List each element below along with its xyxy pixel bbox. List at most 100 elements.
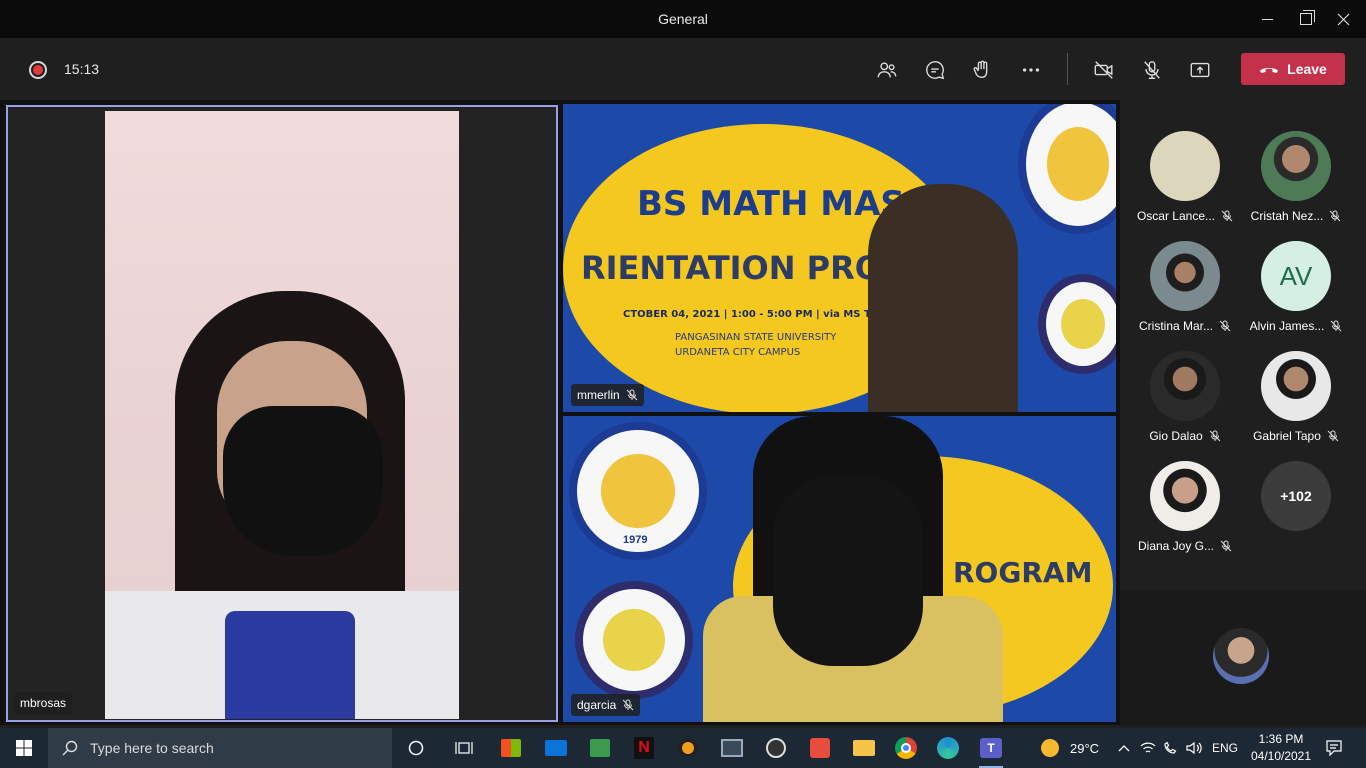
slide-date: CTOBER 04, 2021 | 1:00 - 5:00 PM | via M… (623, 309, 900, 320)
app-icon (810, 738, 830, 758)
mic-off-icon (1144, 61, 1160, 79)
avatar (1150, 241, 1220, 311)
mail-app[interactable] (542, 734, 570, 762)
minimize-icon (1261, 18, 1273, 20)
share-button[interactable] (1185, 55, 1215, 85)
participant-name: mbrosas (20, 696, 67, 710)
taskbar-search[interactable]: Type here to search (48, 728, 392, 768)
mic-toggle[interactable] (1137, 55, 1167, 85)
participant-label: Cristina Mar... (1130, 319, 1240, 333)
edge-icon (937, 737, 959, 759)
participant-label: Gabriel Tapo (1241, 429, 1351, 443)
participant-name: Oscar Lance... (1136, 209, 1216, 223)
restore-icon (1300, 10, 1315, 25)
chat-button[interactable] (920, 55, 950, 85)
title-bar: General (0, 0, 1366, 38)
input-language[interactable]: ENG (1212, 741, 1238, 755)
video-subject (868, 184, 1018, 412)
camera-toggle[interactable] (1089, 55, 1119, 85)
notification-icon (1326, 740, 1342, 756)
green-app[interactable] (586, 734, 614, 762)
more-icon (1022, 68, 1040, 72)
weather-temp: 29°C (1070, 741, 1100, 756)
participant-label: Diana Joy G... (1130, 539, 1240, 553)
participant-alvin[interactable]: AV Alvin James... (1241, 241, 1351, 333)
task-view-button[interactable] (450, 734, 478, 762)
cortana-icon (408, 740, 424, 756)
phone-icon (1164, 741, 1177, 754)
file-explorer-app[interactable] (850, 734, 878, 762)
more-participants-button[interactable]: +102 (1241, 461, 1351, 531)
slide-campus-line1: PANGASINAN STATE UNIVERSITY (675, 332, 837, 343)
obs-app[interactable] (762, 734, 790, 762)
participant-diana[interactable]: Diana Joy G... (1130, 461, 1240, 553)
mic-off-icon (1209, 430, 1221, 442)
netflix-app[interactable]: N (630, 734, 658, 762)
volume-button[interactable] (1180, 734, 1208, 762)
weather-widget[interactable] (1036, 734, 1064, 762)
windows-taskbar: Type here to search N T 29°C ENG 1:36 PM… (0, 728, 1366, 768)
close-button[interactable] (1320, 0, 1366, 38)
start-button[interactable] (0, 728, 48, 768)
app-icon (721, 739, 743, 757)
self-view[interactable] (1120, 590, 1366, 725)
participant-cristah[interactable]: Cristah Nez... (1241, 131, 1351, 223)
participant-label: Oscar Lance... (1130, 209, 1240, 223)
avatar (1150, 351, 1220, 421)
mic-off-icon (1327, 430, 1339, 442)
participant-name: Cristah Nez... (1250, 209, 1324, 223)
participant-oscar[interactable]: Oscar Lance... (1130, 131, 1240, 223)
more-participants-count: +102 (1261, 461, 1331, 531)
clock-time[interactable]: 1:36 PM (1252, 732, 1310, 746)
leave-button[interactable]: Leave (1241, 53, 1345, 85)
mic-off-icon (1329, 210, 1341, 222)
participant-label: Gio Dalao (1130, 429, 1240, 443)
chrome-app[interactable] (892, 734, 920, 762)
mic-off-icon (1330, 320, 1342, 332)
meeting-toolbar: 15:13 Leave (0, 38, 1366, 100)
search-placeholder: Type here to search (90, 740, 214, 756)
video-app[interactable] (718, 734, 746, 762)
chrome-icon (895, 737, 917, 759)
notifications-button[interactable] (1320, 734, 1348, 762)
editor-app[interactable] (806, 734, 834, 762)
clock-date[interactable]: 04/10/2021 (1246, 749, 1316, 763)
store-icon (501, 739, 521, 757)
slide-subtitle: ROGRAM (953, 556, 1093, 589)
reactions-button[interactable] (968, 55, 998, 85)
raise-hand-icon (973, 60, 988, 79)
seal-year: 1979 (623, 534, 648, 546)
slide-campus-line2: URDANETA CITY CAMPUS (675, 347, 801, 358)
video-tile-mmerlin[interactable]: BS MATH MASS RIENTATION PROGRAM CTOBER 0… (563, 104, 1116, 412)
folder-icon (853, 740, 875, 756)
video-tile-dgarcia[interactable]: 1979 ROGRAM dgarcia (563, 416, 1116, 722)
mic-off-icon (1220, 540, 1232, 552)
speaker-icon (1186, 741, 1202, 755)
participant-name: Cristina Mar... (1138, 319, 1213, 333)
mic-off-icon (623, 699, 634, 711)
more-actions-button[interactable] (1016, 55, 1046, 85)
avatar-initials: AV (1261, 241, 1331, 311)
obs-icon (766, 738, 786, 758)
participant-gio[interactable]: Gio Dalao (1130, 351, 1240, 443)
video-stage: mbrosas BS MATH MASS RIENTATION PROGRAM … (0, 100, 1120, 725)
media-app[interactable] (674, 734, 702, 762)
university-seal (1018, 104, 1116, 234)
teams-app[interactable]: T (977, 734, 1005, 768)
edge-app[interactable] (934, 734, 962, 762)
participant-name: Diana Joy G... (1137, 539, 1215, 553)
close-icon (1337, 13, 1349, 25)
participant-gallery: Oscar Lance... Cristah Nez... Cristina M… (1120, 100, 1366, 590)
weather-icon (1041, 739, 1059, 757)
participant-name-tag: dgarcia (571, 694, 641, 716)
video-tile-main[interactable]: mbrosas (6, 105, 558, 722)
participant-cristina[interactable]: Cristina Mar... (1130, 241, 1240, 333)
meeting-timer: 15:13 (64, 61, 100, 77)
app-icon (678, 738, 698, 758)
participants-button[interactable] (872, 55, 902, 85)
store-app[interactable] (497, 734, 525, 762)
participant-gabriel[interactable]: Gabriel Tapo (1241, 351, 1351, 443)
participant-name-tag: mbrosas (14, 692, 73, 714)
people-icon (877, 62, 897, 78)
cortana-button[interactable] (402, 734, 430, 762)
